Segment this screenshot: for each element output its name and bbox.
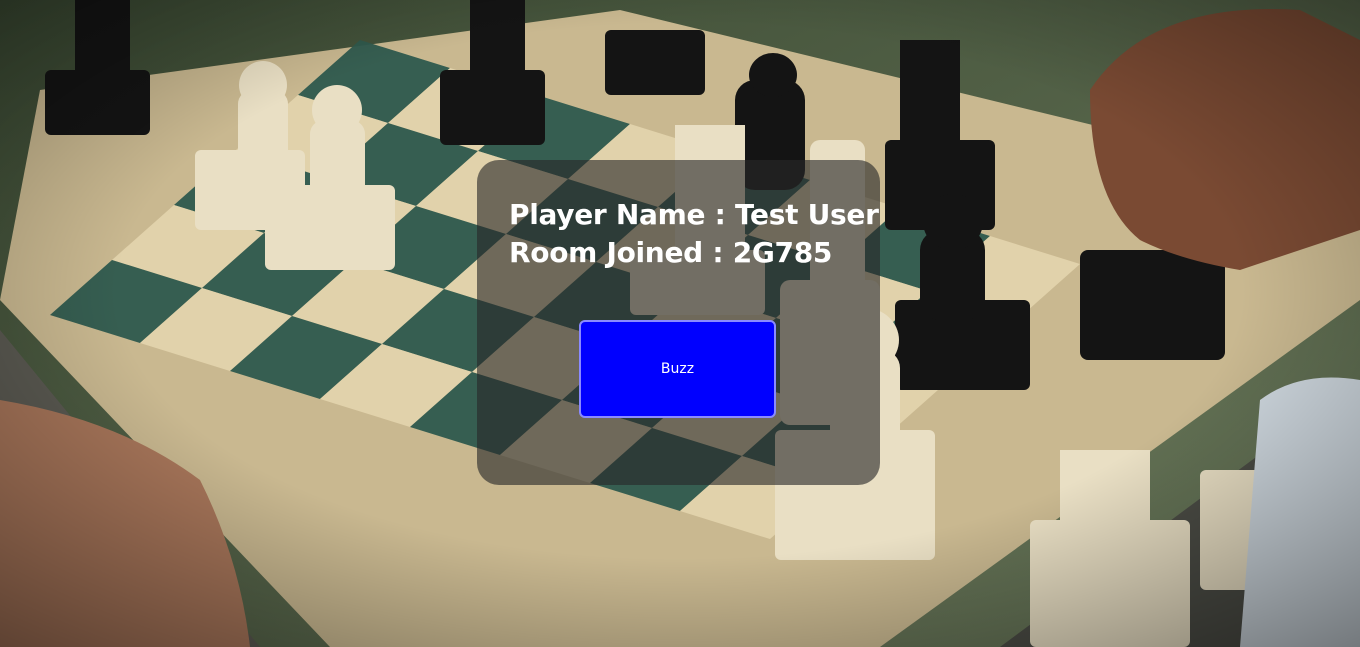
player-name-line: Player Name : Test User (509, 196, 879, 234)
player-name-label: Player Name (509, 198, 706, 231)
room-code-value: 2G785 (732, 236, 833, 269)
player-info-text: Player Name : Test User Room Joined : 2G… (509, 196, 879, 272)
player-name-separator: : (705, 198, 735, 231)
buzz-button[interactable]: Buzz (579, 320, 776, 418)
room-joined-line: Room Joined : 2G785 (509, 234, 879, 272)
room-joined-label: Room Joined (509, 236, 703, 269)
player-name-value: Test User (734, 198, 879, 231)
player-info-panel: Player Name : Test User Room Joined : 2G… (477, 160, 880, 485)
room-joined-separator: : (702, 236, 733, 269)
